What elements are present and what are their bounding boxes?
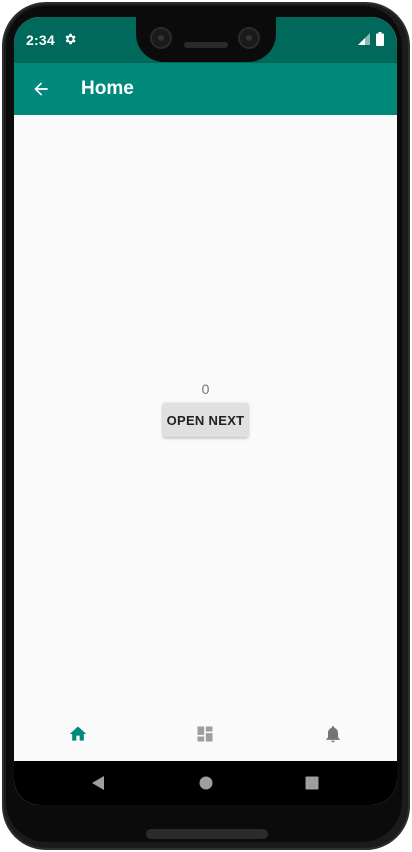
back-triangle-icon[interactable] xyxy=(87,772,109,794)
nav-item-dashboard[interactable] xyxy=(142,705,270,761)
main-content: 0 OPEN NEXT xyxy=(14,115,397,705)
home-icon xyxy=(69,726,87,741)
home-circle-icon[interactable] xyxy=(195,772,217,794)
battery-icon xyxy=(376,32,384,46)
recents-square-icon[interactable] xyxy=(301,772,323,794)
back-button[interactable] xyxy=(22,69,62,109)
notifications-icon xyxy=(326,726,340,743)
screen: 2:34 Home 0 OPEN NEXT xyxy=(14,17,397,805)
front-camera xyxy=(150,27,172,49)
display-notch xyxy=(136,17,276,62)
earpiece-speaker xyxy=(184,42,228,48)
app-bar: Home xyxy=(14,63,397,115)
dashboard-icon xyxy=(197,726,213,742)
nav-item-home[interactable] xyxy=(14,705,142,761)
counter-text: 0 xyxy=(201,381,210,397)
front-camera xyxy=(238,27,260,49)
system-navigation-bar xyxy=(14,761,397,805)
arrow-back-icon xyxy=(34,82,48,96)
bottom-speaker-grille xyxy=(146,829,268,839)
page-title: Home xyxy=(81,78,134,99)
signal-icon xyxy=(358,33,370,45)
nav-item-notifications[interactable] xyxy=(270,705,397,761)
status-time: 2:34 xyxy=(26,32,55,48)
bottom-navigation xyxy=(14,705,397,761)
open-next-button[interactable]: OPEN NEXT xyxy=(163,403,248,437)
device-frame: 2:34 Home 0 OPEN NEXT xyxy=(0,0,412,852)
gear-icon xyxy=(65,33,76,45)
